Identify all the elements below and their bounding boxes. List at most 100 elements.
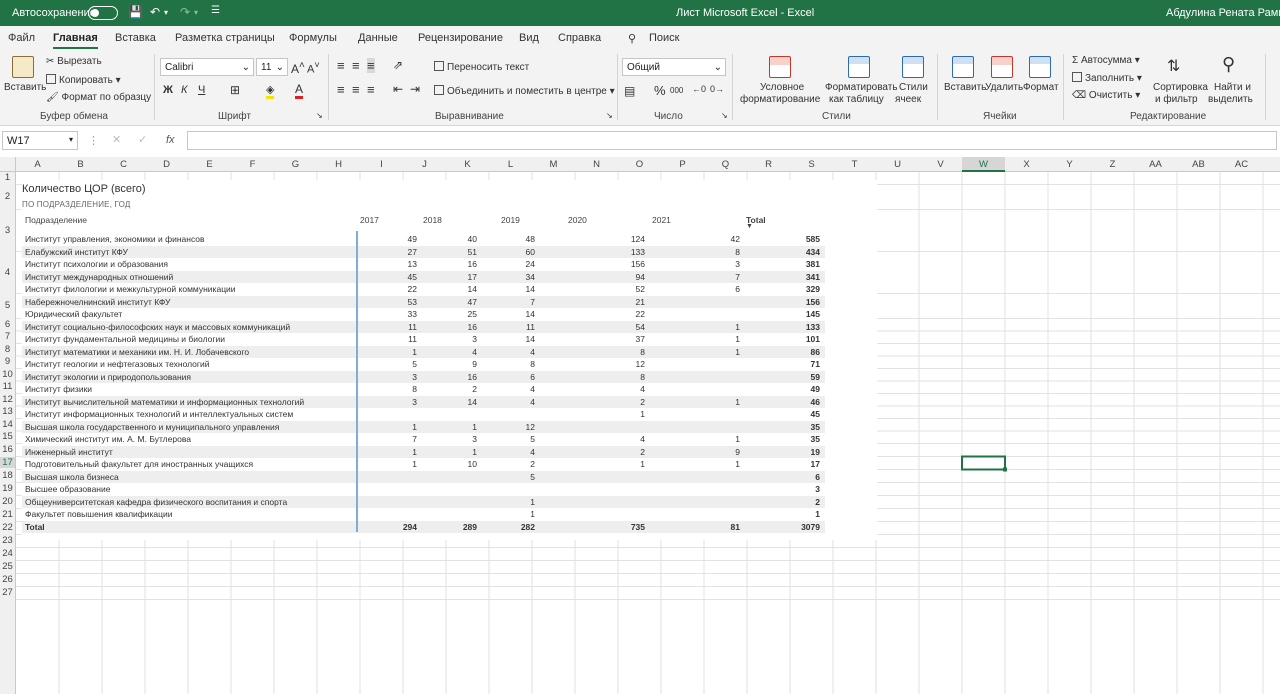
thousands-button[interactable]: 000	[670, 86, 683, 95]
table-row[interactable]: Институт фундаментальной медицины и биол…	[22, 333, 825, 346]
column-header[interactable]: M	[532, 159, 575, 170]
column-header[interactable]: W	[962, 157, 1005, 172]
table-row[interactable]: Институт международных отношений 45 17 34 94…	[22, 270, 825, 283]
bold-button[interactable]: Ж	[163, 84, 173, 96]
tab-insert[interactable]: Вставка	[115, 32, 156, 44]
table-visual[interactable]: Количество ЦОР (всего) ПО ПОДРАЗДЕЛЕНИЕ,…	[22, 180, 877, 540]
fill-color-icon[interactable]: ◈	[266, 83, 275, 99]
table-row[interactable]: Елабужский институт КФУ 27 51 60 133 8 434	[22, 245, 825, 258]
table-row[interactable]: Факультет повышения квалификации 1 1	[22, 508, 825, 521]
user-name[interactable]: Абдулина Рената Рамилье	[1166, 7, 1280, 19]
row-header[interactable]: 3	[0, 225, 15, 236]
table-row[interactable]: Институт экологии и природопользования 3 1…	[22, 370, 825, 383]
tab-review[interactable]: Рецензирование	[418, 32, 503, 44]
indent-decrease-icon[interactable]: ⇤	[393, 82, 403, 96]
align-top-icon[interactable]: ≡	[337, 58, 345, 73]
delete-cells-icon[interactable]	[991, 56, 1013, 78]
column-header[interactable]: AC	[1220, 159, 1263, 170]
tab-page-layout[interactable]: Разметка страницы	[175, 32, 275, 44]
font-size-select[interactable]: 11 ⌄	[256, 58, 288, 76]
autosave-toggle[interactable]	[88, 6, 118, 20]
orientation-icon[interactable]: ⇗	[393, 58, 403, 72]
decrease-font-icon[interactable]: A˅	[307, 60, 320, 76]
tab-file[interactable]: Файл	[8, 32, 35, 44]
table-total-row[interactable]: Total 294 289 282 735 81 3079	[22, 520, 825, 533]
row-header[interactable]: 7	[0, 331, 15, 342]
row-header[interactable]: 9	[0, 356, 15, 367]
row-header[interactable]: 19	[0, 483, 15, 494]
header-2020[interactable]: 2020	[568, 215, 587, 225]
format-painter-button[interactable]: 🖌 Формат по образцу	[46, 92, 151, 103]
row-header[interactable]: 5	[0, 300, 15, 311]
table-row[interactable]: Инженерный институт 1 1 4 2 9 19	[22, 445, 825, 458]
column-header[interactable]: Z	[1091, 159, 1134, 170]
customize-toolbar-icon[interactable]: ☰	[211, 5, 220, 16]
column-header[interactable]: F	[231, 159, 274, 170]
conditional-format-icon[interactable]	[769, 56, 791, 78]
table-row[interactable]: Химический институт им. А. М. Бутлерова 7…	[22, 433, 825, 446]
table-row[interactable]: Высшая школа государственного и муниципа…	[22, 420, 825, 433]
row-header[interactable]: 14	[0, 419, 15, 430]
cell-styles-button-l2[interactable]: ячеек	[895, 94, 921, 105]
format-as-table-icon[interactable]	[848, 56, 870, 78]
conditional-format-button-l2[interactable]: форматирование	[740, 94, 820, 105]
column-header[interactable]: AA	[1134, 159, 1177, 170]
clear-button[interactable]: ⌫ Очистить ▾	[1072, 90, 1140, 101]
align-bottom-icon[interactable]: ≡	[367, 58, 375, 73]
cell-styles-button-l1[interactable]: Стили	[899, 82, 928, 93]
row-header[interactable]: 22	[0, 522, 15, 533]
table-row[interactable]: Институт вычислительной математики и инф…	[22, 395, 825, 408]
column-header[interactable]: J	[403, 159, 446, 170]
align-middle-icon[interactable]: ≡	[352, 58, 360, 73]
row-header[interactable]: 24	[0, 548, 15, 559]
sort-desc-icon[interactable]: ▼	[746, 223, 753, 230]
header-unit[interactable]: Подразделение	[25, 215, 87, 225]
row-header[interactable]: 1	[0, 172, 15, 183]
column-header[interactable]: P	[661, 159, 704, 170]
row-header[interactable]: 27	[0, 587, 15, 598]
name-box[interactable]: W17 ▾	[2, 131, 78, 150]
row-header[interactable]: 26	[0, 574, 15, 585]
table-row[interactable]: Набережночелнинский институт КФУ 53 47 7 21 1…	[22, 295, 825, 308]
search-icon[interactable]: ⚲	[628, 32, 636, 45]
increase-font-icon[interactable]: A˄	[291, 60, 305, 76]
column-header[interactable]: L	[489, 159, 532, 170]
column-header[interactable]: O	[618, 159, 661, 170]
row-header[interactable]: 25	[0, 561, 15, 572]
enter-icon[interactable]: ✓	[138, 133, 147, 146]
column-header[interactable]: X	[1005, 159, 1048, 170]
indent-increase-icon[interactable]: ⇥	[410, 82, 420, 96]
conditional-format-button-l1[interactable]: Условное	[760, 82, 804, 93]
font-name-select[interactable]: Calibri ⌄	[160, 58, 254, 76]
select-all-button[interactable]	[0, 157, 16, 172]
find-icon[interactable]: ⚲	[1222, 54, 1235, 75]
decrease-decimal-icon[interactable]: ←0	[692, 84, 706, 94]
more-options-icon[interactable]: ⋮	[88, 134, 99, 147]
format-cells-button[interactable]: Формат	[1023, 82, 1059, 93]
borders-icon[interactable]: ⊞	[230, 83, 240, 97]
fill-button[interactable]: Заполнить ▾	[1072, 72, 1142, 84]
column-header[interactable]: C	[102, 159, 145, 170]
sort-filter-button-l1[interactable]: Сортировка	[1153, 82, 1208, 93]
align-right-icon[interactable]: ≡	[367, 82, 375, 97]
insert-cells-icon[interactable]	[952, 56, 974, 78]
table-row[interactable]: Институт психологии и образования 13 16 24 1…	[22, 258, 825, 271]
header-2021[interactable]: 2021	[652, 215, 671, 225]
row-header[interactable]: 16	[0, 444, 15, 455]
column-header[interactable]: N	[575, 159, 618, 170]
font-color-icon[interactable]: A	[295, 82, 304, 99]
row-header[interactable]: 23	[0, 535, 15, 546]
column-header[interactable]: Y	[1048, 159, 1091, 170]
row-header[interactable]: 17	[0, 457, 15, 468]
cell-styles-icon[interactable]	[902, 56, 924, 78]
undo-icon[interactable]: ↶	[150, 5, 160, 19]
formula-input[interactable]	[187, 131, 1277, 150]
number-format-select[interactable]: Общий ⌄	[622, 58, 726, 76]
table-row[interactable]: Институт физики 8 2 4 4 49	[22, 383, 825, 396]
row-header[interactable]: 8	[0, 344, 15, 355]
column-header[interactable]: B	[59, 159, 102, 170]
format-cells-icon[interactable]	[1029, 56, 1051, 78]
table-row[interactable]: Институт информационных технологий и инт…	[22, 408, 825, 421]
italic-button[interactable]: К	[181, 84, 187, 96]
column-header[interactable]: D	[145, 159, 188, 170]
